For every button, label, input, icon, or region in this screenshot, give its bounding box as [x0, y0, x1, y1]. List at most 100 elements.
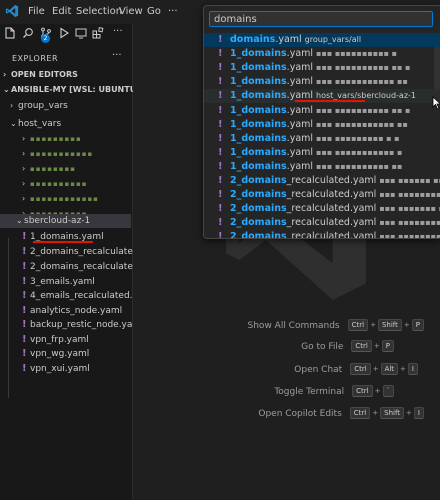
match-highlight: 1_domains: [230, 118, 287, 130]
file-item[interactable]: ! 2_domains_recalculated.y...: [0, 260, 154, 274]
folder-group-vars[interactable]: › group_vars: [0, 99, 131, 113]
result-label: 2_domains_recalculated.yaml▪▪▪ ▪▪▪▪▪▪▪ ▪…: [230, 202, 440, 216]
chevron-right-icon: ›: [10, 101, 14, 110]
match-highlight: 2_domains: [230, 175, 287, 186]
file-label: backup_restic_node.yaml: [30, 320, 144, 330]
quick-open-result[interactable]: ! 1_domains.yaml ▪▪▪ ▪▪▪▪▪▪▪▪▪▪ ▪▪: [204, 160, 440, 174]
yaml-file-icon: !: [218, 76, 223, 88]
result-filename-rest: _recalculated.yaml: [286, 175, 377, 186]
folder-blurred[interactable]: › ▪▪▪▪▪▪▪▪▪▪▪▪: [0, 192, 153, 206]
quick-open-result[interactable]: ! 1_domains.yaml ▪▪▪ ▪▪▪▪▪▪▪▪▪▪▪ ▪: [204, 146, 440, 160]
file-item[interactable]: ! vpn_xui.yaml: [0, 362, 153, 376]
quick-open-input[interactable]: [209, 11, 433, 27]
file-item[interactable]: ! 3_emails.yaml: [0, 275, 153, 289]
file-item[interactable]: ! vpn_wg.yaml: [0, 347, 153, 361]
match-highlight: 2_domains: [230, 189, 287, 201]
quick-open-result[interactable]: ! 1_domains.yaml ▪▪▪ ▪▪▪▪▪▪▪▪▪▪ ▪▪ ▪: [204, 104, 440, 118]
yaml-file-icon: !: [218, 203, 223, 215]
result-filename-rest: .yaml: [286, 160, 314, 172]
key-cap: Ctrl: [351, 340, 372, 352]
match-highlight: 1_domains: [230, 48, 287, 60]
quick-open-result[interactable]: ! 1_domains.yaml ▪▪▪ ▪▪▪▪▪▪▪▪▪▪▪ ▪▪: [204, 75, 440, 89]
yaml-file-icon: !: [22, 305, 27, 316]
quick-open-result[interactable]: ! 2_domains_recalculated.yaml ▪▪▪ ▪▪▪▪▪▪▪ …: [204, 202, 440, 216]
menu-go[interactable]: Go: [147, 6, 161, 17]
hint-label: Toggle Terminal: [274, 386, 345, 397]
file-item[interactable]: ! analytics_node.yaml: [0, 304, 153, 318]
yaml-file-icon: !: [22, 319, 27, 330]
folder-blurred[interactable]: › ▪▪▪▪▪▪▪▪▪▪▪: [0, 147, 153, 161]
hint-open-chat: Open Chat Ctrl + Alt + I: [294, 362, 418, 376]
workspace-section[interactable]: ⌄ANSIBLE-MY [WSL: UBUNTU]: [3, 85, 140, 94]
file-item[interactable]: ! 2_domains_recalculated_c...: [0, 245, 157, 259]
folder-blurred[interactable]: › ▪▪▪▪▪▪▪▪: [0, 162, 153, 176]
key-cap: Ctrl: [350, 363, 371, 375]
hint-show-all-commands: Show All Commands Ctrl + Shift + P: [248, 318, 424, 332]
yaml-file-icon: !: [218, 217, 223, 229]
folder-label: group_vars: [18, 101, 68, 111]
more-icon[interactable]: ···: [113, 27, 125, 39]
quick-open-result[interactable]: ! 1_domains.yaml ▪▪▪ ▪▪▪▪▪▪▪▪▪▪ ▪: [204, 47, 440, 61]
result-path: ▪▪▪ ▪▪▪▪▪▪▪▪▪▪▪ ▪▪: [316, 77, 408, 87]
result-filename-rest: .yaml: [286, 62, 314, 74]
hint-go-to-file: Go to File Ctrl + P: [301, 339, 394, 353]
quick-open-result[interactable]: ! 2_domains_recalculated.yaml▪▪▪ ▪▪▪▪▪▪▪▪…: [204, 216, 440, 230]
yaml-file-icon: !: [218, 104, 223, 116]
key-cap: Ctrl: [347, 319, 369, 331]
file-item[interactable]: ! vpn_frp.yaml: [0, 333, 153, 347]
quick-open-result[interactable]: ! 1_domains.yaml ▪▪▪ ▪▪▪▪▪▪▪▪▪ ▪ ▪: [204, 132, 440, 146]
match-highlight: 2_domains: [230, 217, 287, 229]
result-path: ▪▪▪ ▪▪▪▪▪▪▪▪▪▪ ▪▪ ▪: [316, 105, 411, 115]
file-item[interactable]: ! 4_emails_recalculated.yaml: [0, 289, 155, 303]
yaml-file-icon: !: [218, 146, 223, 158]
mouse-cursor-icon: [432, 96, 440, 110]
run-debug-icon[interactable]: [58, 27, 70, 39]
result-filename-rest: .yaml: [286, 104, 314, 116]
folder-host-vars[interactable]: ⌄host_vars: [0, 117, 131, 131]
blurred-folder-label: ▪▪▪▪▪▪▪▪: [30, 165, 76, 173]
folder-sbercloud-az-1[interactable]: ⌄sbercloud-az-1: [0, 214, 131, 228]
menu-more[interactable]: ···: [168, 6, 178, 17]
menu-file[interactable]: File: [28, 6, 45, 17]
menu-view[interactable]: View: [119, 6, 143, 17]
chevron-down-icon: ⌄: [16, 216, 23, 225]
chevron-right-icon: ›: [22, 149, 26, 158]
files-icon[interactable]: [4, 27, 16, 39]
menu-selection[interactable]: Selection: [76, 6, 122, 17]
blurred-folder-label: ▪▪▪▪▪▪▪▪▪▪: [30, 180, 88, 188]
yaml-file-icon: !: [22, 348, 27, 359]
result-filename-rest: .yaml: [286, 48, 314, 60]
quick-open-result[interactable]: ! 1_domains.yaml ▪▪▪ ▪▪▪▪▪▪▪▪▪▪▪ ▪▪: [204, 118, 440, 132]
extensions-icon[interactable]: [92, 27, 104, 39]
yaml-file-icon: !: [22, 363, 27, 374]
result-path: ▪▪▪ ▪▪▪▪▪▪▪▪▪▪ ▪▪ ▪: [316, 63, 411, 73]
folder-blurred[interactable]: › ▪▪▪▪▪▪▪▪▪: [0, 132, 153, 146]
quick-open-result[interactable]: ! 2_domains_recalculated.yaml▪▪▪ ▪▪▪▪▪▪▪▪…: [204, 188, 440, 202]
menu-edit[interactable]: Edit: [52, 6, 71, 17]
file-label: vpn_xui.yaml: [30, 364, 90, 374]
result-filename-rest: _recalculated.yaml: [286, 231, 377, 239]
blurred-folder-label: ▪▪▪▪▪▪▪▪▪▪▪▪: [30, 195, 99, 203]
result-label: 2_domains_recalculated.yaml▪▪▪ ▪▪▪▪▪▪▪▪▪…: [230, 216, 440, 230]
search-icon[interactable]: [22, 27, 34, 39]
key-cap: Alt: [380, 363, 399, 375]
remote-explorer-icon[interactable]: [75, 27, 87, 39]
yaml-file-icon: !: [22, 231, 27, 242]
quick-open-result[interactable]: ! 1_domains.yaml ▪▪▪ ▪▪▪▪▪▪▪▪▪▪ ▪▪ ▪: [204, 61, 440, 75]
quick-open-result[interactable]: ! 2_domains_recalculated.yaml▪▪▪ ▪▪▪▪▪▪▪▪…: [204, 230, 440, 239]
match-highlight: 1_domains: [230, 146, 287, 158]
file-label: vpn_frp.yaml: [30, 335, 89, 345]
yaml-file-icon: !: [218, 231, 223, 239]
key-cap: P: [381, 340, 394, 352]
annotation-underline: [33, 241, 93, 243]
file-item[interactable]: ! backup_restic_node.yaml: [0, 318, 153, 332]
result-label: 2_domains_recalculated.yaml▪▪▪ ▪▪▪▪▪▪▪▪▪…: [230, 230, 440, 239]
key-cap: I: [413, 407, 424, 419]
open-editors-section[interactable]: › OPEN EDITORS: [3, 70, 78, 79]
yaml-file-icon: !: [218, 118, 223, 130]
quick-open-result[interactable]: ! 2_domains_recalculated.yaml ▪▪▪ ▪▪▪▪▪▪ ▪…: [204, 174, 440, 188]
explorer-more-button[interactable]: ···: [112, 50, 122, 61]
folder-blurred[interactable]: › ▪▪▪▪▪▪▪▪▪▪: [0, 177, 153, 191]
quick-open-result[interactable]: ! domains.yaml group_vars/all: [204, 33, 440, 47]
chevron-right-icon: ›: [3, 70, 7, 79]
